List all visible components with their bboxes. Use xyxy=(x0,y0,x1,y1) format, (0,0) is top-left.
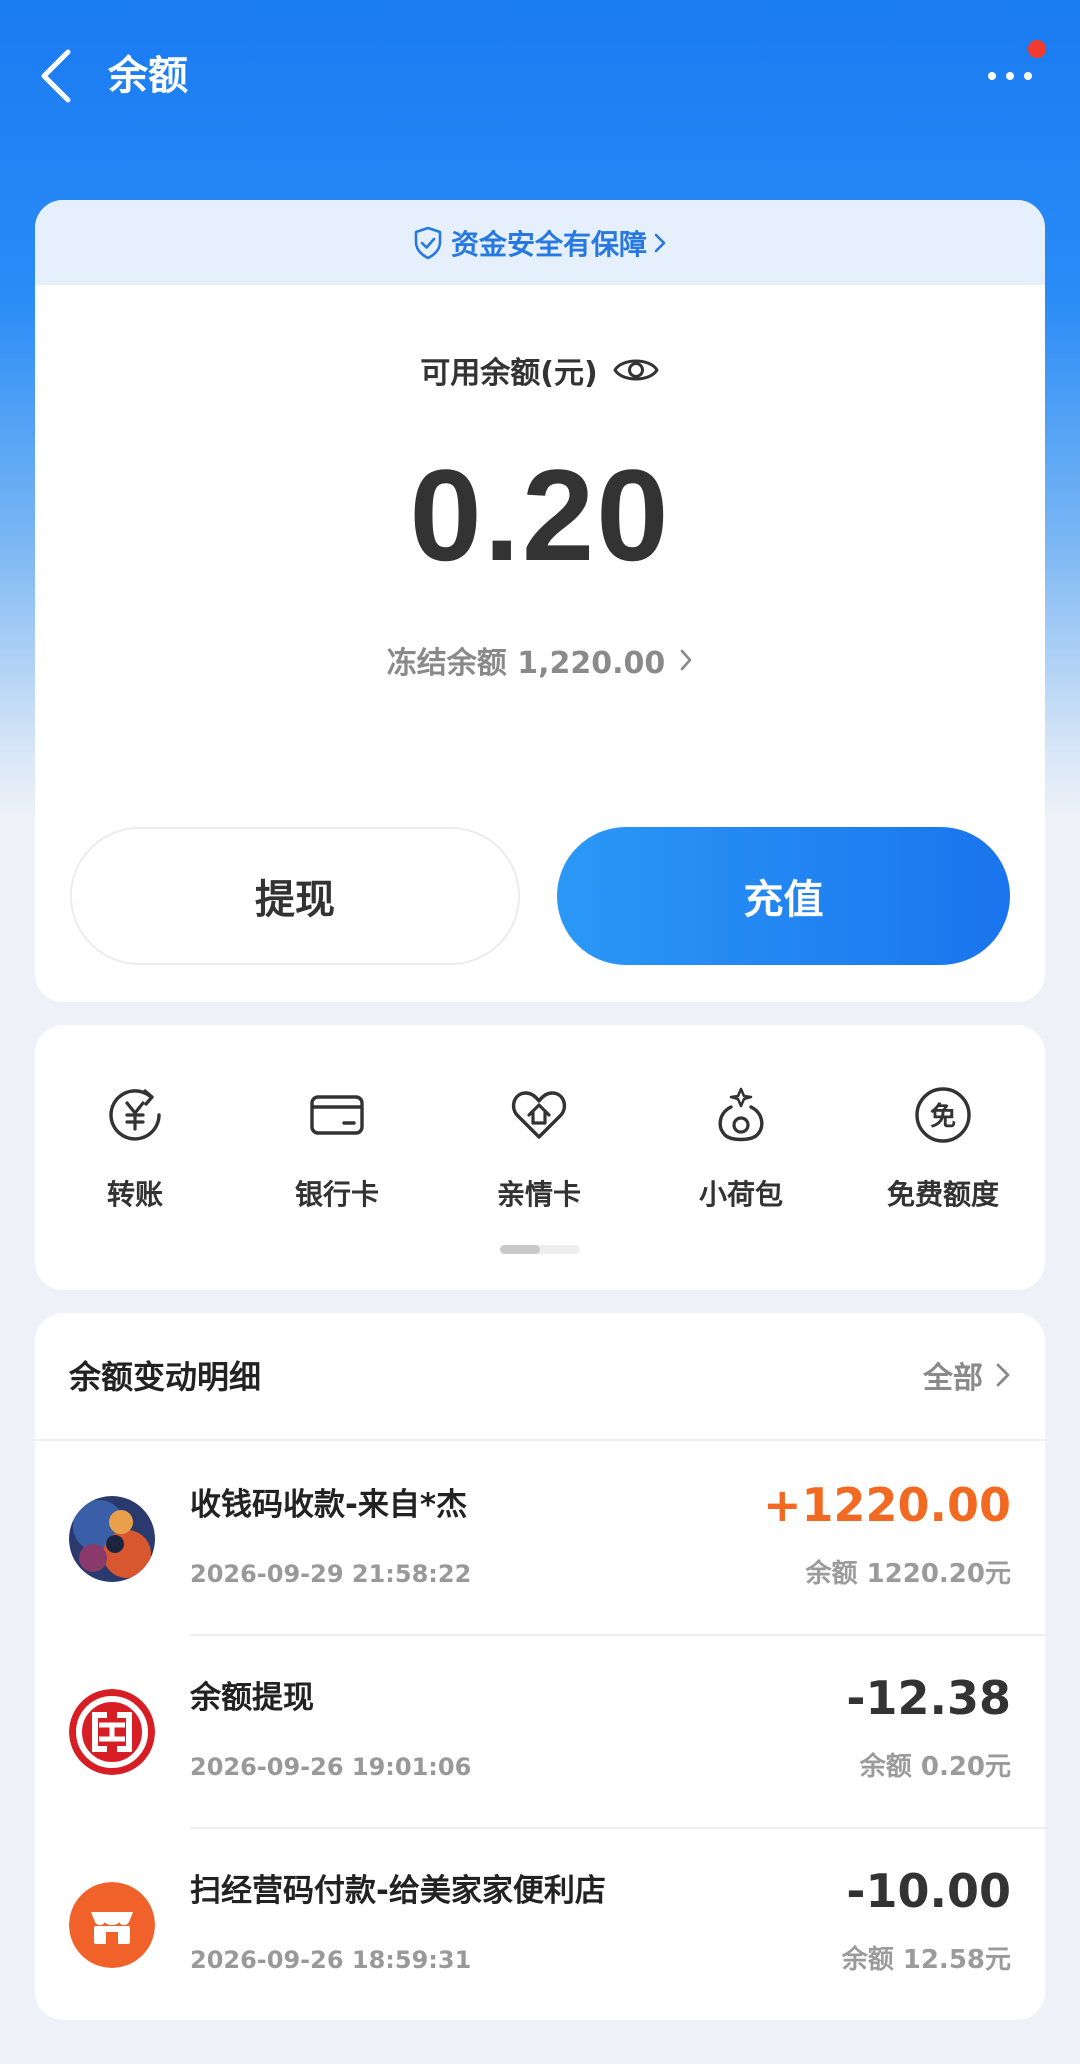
view-all-label: 全部 xyxy=(923,1361,983,1396)
icbc-logo xyxy=(69,1689,155,1775)
balance-changes-header: 余额变动明细 全部 xyxy=(35,1313,1045,1441)
transaction-balance: 余额 1220.20元 xyxy=(805,1559,1011,1589)
chevron-right-icon xyxy=(680,649,692,671)
shortcut-purse[interactable]: 小荷包 xyxy=(641,1085,841,1213)
transaction-time: 2026-09-29 21:58:22 xyxy=(190,1560,472,1588)
shortcut-scroll-indicator xyxy=(500,1245,580,1254)
purse-icon xyxy=(718,1087,764,1142)
fund-safety-label: 资金安全有保障 xyxy=(450,227,647,261)
frozen-balance-label: 冻结余额 1,220.00 xyxy=(386,646,666,681)
more-dots-icon xyxy=(988,72,1032,80)
transaction-balance: 余额 12.58元 xyxy=(841,1945,1011,1975)
store-icon xyxy=(69,1882,155,1968)
shortcut-label: 亲情卡 xyxy=(496,1178,581,1211)
transaction-row[interactable]: 收钱码收款-来自*杰 2026-09-29 21:58:22 +1220.00 … xyxy=(35,1443,1045,1636)
shortcuts-card: 转账 银行卡 亲情卡 小荷包 免 免费额度 xyxy=(35,1025,1045,1290)
notification-dot xyxy=(1028,40,1046,58)
eye-icon[interactable] xyxy=(612,352,660,388)
transaction-time: 2026-09-26 18:59:31 xyxy=(190,1946,472,1974)
balance-card: 资金安全有保障 可用余额(元) 0.20 冻结余额 1,220.00 提现 充值 xyxy=(35,200,1045,1002)
shortcut-label: 小荷包 xyxy=(698,1178,783,1211)
shield-icon xyxy=(414,226,442,259)
chevron-right-icon xyxy=(654,233,666,252)
free-quota-icon: 免 xyxy=(915,1087,971,1143)
withdraw-button[interactable]: 提现 xyxy=(70,827,520,965)
chevron-right-icon xyxy=(996,1363,1010,1387)
transaction-balance: 余额 0.20元 xyxy=(859,1752,1011,1782)
available-balance-amount: 0.20 xyxy=(409,442,671,588)
available-balance-row: 可用余额(元) xyxy=(35,348,1045,392)
top-bar: 余额 xyxy=(0,0,1080,150)
shortcut-transfer[interactable]: 转账 xyxy=(35,1085,235,1213)
transaction-time: 2026-09-26 19:01:06 xyxy=(190,1753,472,1781)
transfer-icon xyxy=(109,1089,161,1141)
shortcut-label: 免费额度 xyxy=(886,1178,999,1211)
user-avatar xyxy=(69,1496,155,1582)
available-balance-label: 可用余额(元) xyxy=(420,356,598,391)
shortcut-bank-card[interactable]: 银行卡 xyxy=(237,1085,437,1213)
balance-changes-card: 余额变动明细 全部 收钱码收款-来自*杰 2026-09-29 21:58:22… xyxy=(35,1313,1045,2020)
balance-changes-title: 余额变动明细 xyxy=(69,1358,262,1396)
svg-text:免: 免 xyxy=(930,1101,956,1132)
transaction-title: 扫经营码付款-给美家家便利店 xyxy=(190,1873,606,1909)
transaction-amount: +1220.00 xyxy=(762,1478,1011,1532)
bank-card-icon xyxy=(310,1095,364,1135)
view-all-link[interactable]: 全部 xyxy=(923,1353,1011,1397)
topup-button[interactable]: 充值 xyxy=(557,827,1010,965)
transaction-row[interactable]: 扫经营码付款-给美家家便利店 2026-09-26 18:59:31 -10.0… xyxy=(35,1829,1045,2020)
shortcut-label: 银行卡 xyxy=(294,1178,379,1211)
shortcut-label: 转账 xyxy=(106,1178,163,1211)
transaction-title: 余额提现 xyxy=(190,1680,314,1716)
transaction-amount: -12.38 xyxy=(846,1671,1011,1725)
shortcut-free-quota[interactable]: 免 免费额度 xyxy=(843,1085,1043,1213)
more-options-button[interactable] xyxy=(980,50,1040,100)
fund-safety-banner[interactable]: 资金安全有保障 xyxy=(35,200,1045,285)
page-title: 余额 xyxy=(108,53,188,99)
transaction-title: 收钱码收款-来自*杰 xyxy=(190,1487,468,1523)
shortcut-family-card[interactable]: 亲情卡 xyxy=(439,1085,639,1213)
scroll-thumb xyxy=(500,1245,540,1254)
transaction-amount: -10.00 xyxy=(846,1864,1011,1918)
frozen-balance-link[interactable]: 冻结余额 1,220.00 xyxy=(35,638,1045,682)
transaction-row[interactable]: 余额提现 2026-09-26 19:01:06 -12.38 余额 0.20元 xyxy=(35,1636,1045,1829)
family-card-icon xyxy=(511,1091,567,1139)
back-arrow-icon[interactable] xyxy=(38,48,78,104)
